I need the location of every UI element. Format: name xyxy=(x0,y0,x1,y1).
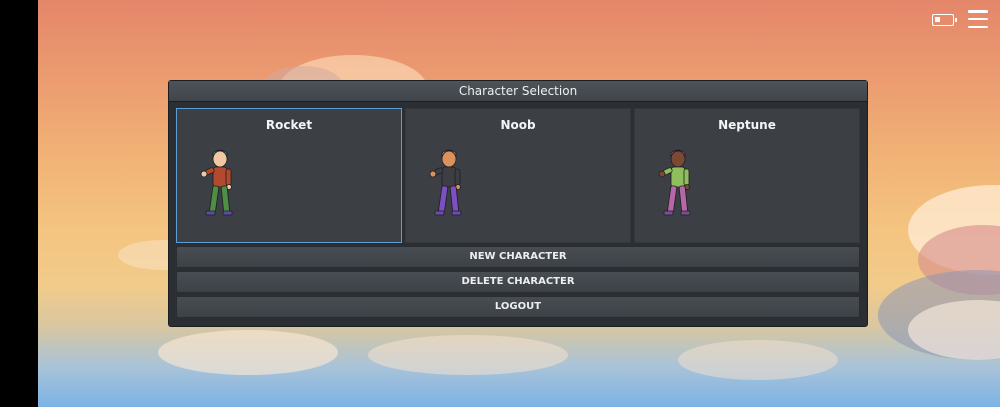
panel-title: Character Selection xyxy=(169,81,867,102)
character-selection-panel: Character Selection Rocket Noob Neptune … xyxy=(168,80,868,327)
character-slot-rocket[interactable]: Rocket xyxy=(176,108,402,243)
cloud xyxy=(678,340,838,380)
character-sprite xyxy=(429,149,462,216)
battery-icon xyxy=(932,13,957,26)
character-slots: Rocket Noob Neptune xyxy=(176,108,860,243)
cloud xyxy=(368,335,568,375)
character-sprite xyxy=(200,149,233,216)
left-black-bar xyxy=(0,0,38,407)
logout-button[interactable]: LOGOUT xyxy=(176,296,860,318)
status-icons xyxy=(932,10,988,28)
character-name: Neptune xyxy=(718,118,776,132)
menu-icon[interactable] xyxy=(968,10,988,28)
delete-character-button[interactable]: DELETE CHARACTER xyxy=(176,271,860,293)
character-slot-noob[interactable]: Noob xyxy=(405,108,631,243)
character-slot-neptune[interactable]: Neptune xyxy=(634,108,860,243)
character-name: Noob xyxy=(500,118,536,132)
cloud xyxy=(158,330,338,375)
new-character-button[interactable]: NEW CHARACTER xyxy=(176,246,860,268)
character-sprite xyxy=(658,149,691,216)
character-name: Rocket xyxy=(265,118,313,132)
